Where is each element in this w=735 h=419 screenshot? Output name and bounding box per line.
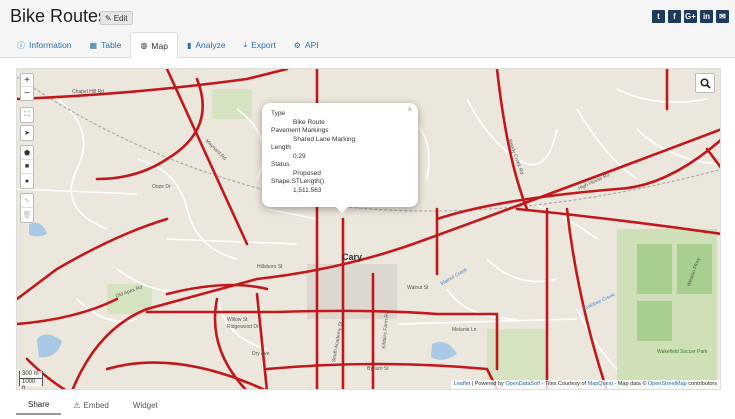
tab-label: Export <box>251 40 276 50</box>
attribution-text: contributors <box>686 381 717 387</box>
scale-bar: 300 m 1000 ft <box>19 371 43 389</box>
popup-tip <box>335 206 349 213</box>
soccer-field <box>637 244 672 294</box>
feature-popup: × Type Bike Route Pavement Markings Shar… <box>262 103 418 207</box>
scale-imperial: 1000 ft <box>19 378 43 389</box>
popup-field-value: Shared Lane Marking <box>293 135 356 143</box>
popup-close-button[interactable]: × <box>407 105 412 115</box>
lake <box>431 341 457 360</box>
leaflet-link[interactable]: Leaflet <box>454 381 471 387</box>
warning-icon: ⚠ <box>73 400 81 410</box>
tab-information[interactable]: ⓘ Information <box>8 32 81 58</box>
search-icon <box>699 77 711 89</box>
fullscreen-icon[interactable]: ⛶ <box>21 108 33 122</box>
info-icon: ⓘ <box>17 40 25 50</box>
gear-icon: ⚙ <box>293 40 301 50</box>
globe-icon: ◍ <box>140 41 148 50</box>
tab-export[interactable]: ⤓ Export <box>235 32 285 58</box>
tab-label: Table <box>101 40 122 50</box>
locate-control: ➤ <box>20 125 34 141</box>
google-plus-icon[interactable]: G+ <box>684 10 697 23</box>
tab-label: Map <box>151 40 168 51</box>
street-label: Willow St <box>227 317 248 323</box>
draw-toolbar: ⬟ ■ ● <box>20 145 34 189</box>
tab-label: API <box>304 40 319 50</box>
popup-field-label: Type <box>271 110 286 117</box>
tab-label: Embed <box>83 400 109 410</box>
delete-layers-icon[interactable]: 🗑 <box>21 208 33 222</box>
street-label: Hillsboro St <box>257 264 283 270</box>
page-title: Bike Routes <box>10 6 108 26</box>
lake <box>37 334 62 358</box>
edit-button[interactable]: ✎ Edit <box>100 11 133 25</box>
attribution-text: - Tiles Courtesy of <box>540 381 588 387</box>
popup-field-label: Status <box>271 161 290 168</box>
map-search-button[interactable] <box>695 73 715 93</box>
tab-label: Information <box>29 40 72 50</box>
tab-map[interactable]: ◍ Map <box>130 32 178 58</box>
tab-embed[interactable]: ⚠ Embed <box>61 395 121 415</box>
popup-field-label: Pavement Markings <box>271 127 329 134</box>
tab-label: Analyze <box>195 40 226 50</box>
dataset-tabs: ⓘ Information ▦ Table ◍ Map ▮ Analyze ⤓ … <box>8 32 328 58</box>
locate-arrow-icon[interactable]: ➤ <box>21 126 33 140</box>
edit-toolbar: ✎ 🗑 <box>20 193 34 223</box>
mapquest-link[interactable]: MapQuest <box>588 381 613 387</box>
fullscreen-control: ⛶ <box>20 107 34 123</box>
opendatasoft-link[interactable]: OpenDataSoft <box>505 381 540 387</box>
draw-polygon-icon[interactable]: ⬟ <box>21 146 33 160</box>
zoom-out-button[interactable]: − <box>21 87 33 100</box>
street-label: Chapel Hill Rd <box>72 89 104 95</box>
tab-label: Widget <box>132 400 158 410</box>
zoom-control: + − <box>20 73 34 101</box>
draw-circle-icon[interactable]: ● <box>21 174 33 188</box>
popup-field-value: Proposed <box>293 169 321 177</box>
draw-rectangle-icon[interactable]: ■ <box>21 160 33 174</box>
popup-field-value: Bike Route <box>293 118 325 126</box>
pencil-icon: ✎ <box>105 13 112 23</box>
tab-share[interactable]: Share <box>16 395 62 415</box>
table-icon: ▦ <box>89 40 98 50</box>
map-attribution: Leaflet | Powered by OpenDataSoft - Tile… <box>450 380 720 389</box>
map-view[interactable]: Chapel Hill Rd Maynard Rd Reedy Creek Rd… <box>16 68 721 390</box>
street-label: Dry Ave <box>252 351 270 357</box>
facebook-icon[interactable]: f <box>668 10 681 23</box>
park-area <box>212 89 252 119</box>
social-share-bar: t f G+ in ✉ <box>652 10 729 23</box>
tab-analyze[interactable]: ▮ Analyze <box>178 32 235 58</box>
zoom-in-button[interactable]: + <box>21 74 33 87</box>
popup-field-value: 1,511.563 <box>293 186 322 194</box>
tab-table[interactable]: ▦ Table <box>81 32 131 58</box>
tab-label: Share <box>28 399 50 409</box>
edit-layers-icon[interactable]: ✎ <box>21 194 33 208</box>
edit-label: Edit <box>113 13 128 23</box>
city-label: Cary <box>342 252 363 262</box>
twitter-icon[interactable]: t <box>652 10 665 23</box>
chart-icon: ▮ <box>186 40 192 50</box>
popup-field-label: Length <box>271 144 291 151</box>
openstreetmap-link[interactable]: OpenStreetMap <box>648 381 687 387</box>
attribution-text: - Map data © <box>612 381 648 387</box>
email-icon[interactable]: ✉ <box>716 10 729 23</box>
attribution-text: | Powered by <box>470 381 506 387</box>
download-icon: ⤓ <box>243 40 248 49</box>
popup-field-value: 0.29 <box>293 152 306 160</box>
park-label: Wakefield Soccer Park <box>657 349 708 355</box>
street-label: Melanie Ln <box>452 327 477 333</box>
street-label: Ridgewood Dr <box>227 324 259 330</box>
tab-widget[interactable]: Widget <box>121 395 170 415</box>
soccer-field <box>637 301 672 341</box>
page: Bike Routes ✎ Edit t f G+ in ✉ ⓘ Informa… <box>0 0 735 419</box>
linkedin-icon[interactable]: in <box>700 10 713 23</box>
popup-field-label: Shape.STLength() <box>271 178 325 185</box>
pond <box>29 222 47 237</box>
street-label: Ooze Dr <box>152 184 171 190</box>
tab-api[interactable]: ⚙ API <box>285 32 328 58</box>
share-tabs: Share ⚠ Embed Widget <box>16 394 170 416</box>
street-label: Walnut St <box>407 285 429 291</box>
street-label: Bynum St <box>367 366 389 372</box>
